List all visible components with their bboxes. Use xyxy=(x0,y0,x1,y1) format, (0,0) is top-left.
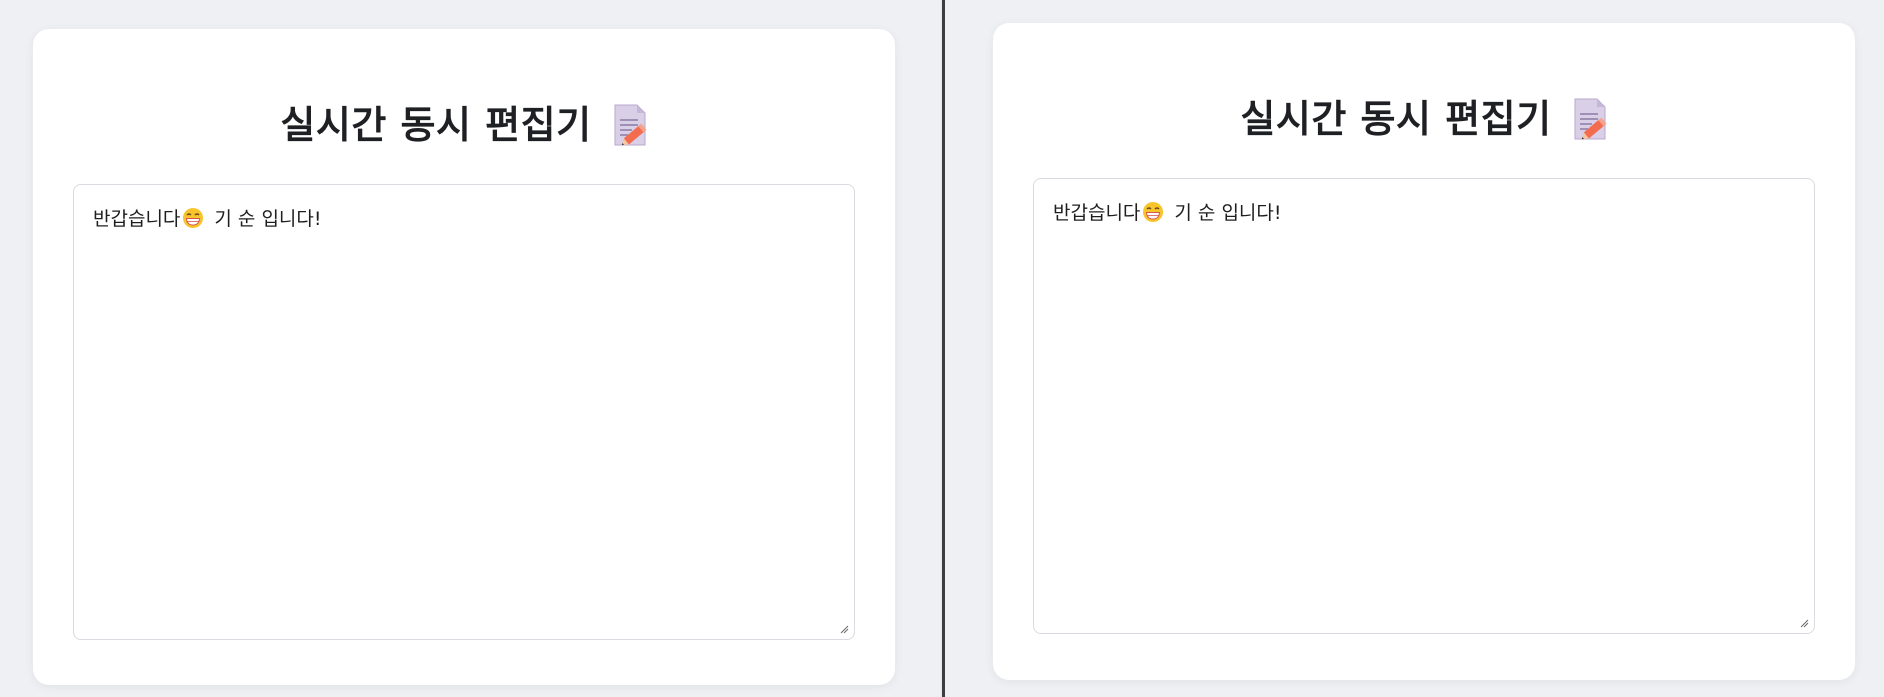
resize-grip-icon[interactable] xyxy=(839,624,849,634)
memo-icon xyxy=(1574,98,1607,140)
right-pane: 실시간 동시 편집기 반갑습니다 기 순 입니다! xyxy=(945,0,1884,697)
editor-card: 실시간 동시 편집기 반갑습니다 기 순 입니다! xyxy=(33,29,895,685)
page-title: 실시간 동시 편집기 xyxy=(280,103,592,147)
title-row: 실시간 동시 편집기 xyxy=(33,101,895,149)
memo-icon xyxy=(614,104,647,146)
editor-textarea[interactable] xyxy=(1033,178,1815,634)
page-title: 실시간 동시 편집기 xyxy=(1240,97,1552,141)
editor-textarea[interactable] xyxy=(73,184,855,640)
editor-wrapper xyxy=(73,184,855,640)
editor-card: 실시간 동시 편집기 반갑습니다 기 순 입니다! xyxy=(993,23,1855,680)
split-screen: 실시간 동시 편집기 반갑습니다 기 순 입니다! 실시간 동시 편집기 반갑습… xyxy=(0,0,1884,697)
resize-grip-icon[interactable] xyxy=(1799,618,1809,628)
title-row: 실시간 동시 편집기 xyxy=(993,95,1855,143)
left-pane: 실시간 동시 편집기 반갑습니다 기 순 입니다! xyxy=(0,0,943,697)
editor-wrapper xyxy=(1033,178,1815,634)
